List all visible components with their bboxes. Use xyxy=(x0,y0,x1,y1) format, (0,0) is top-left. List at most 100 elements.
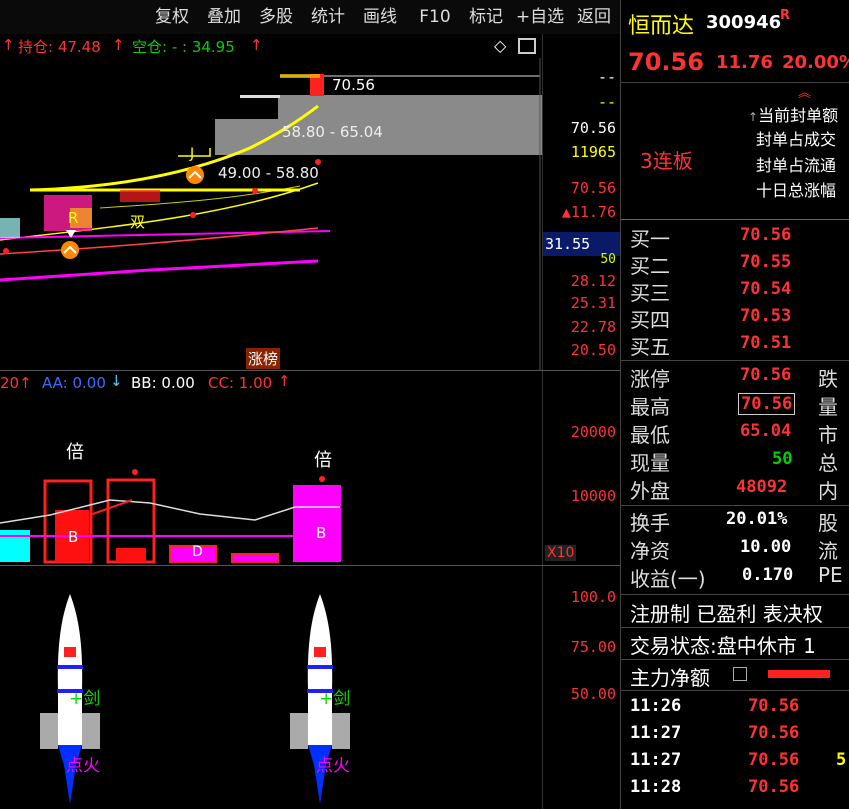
vol-bar-label-2: B xyxy=(316,524,327,542)
back-button[interactable]: 返回 xyxy=(570,4,618,30)
stock-flag: R xyxy=(780,8,791,23)
trade-status: 交易状态:盘中休市 1 xyxy=(630,634,816,658)
bei-label-1: 倍 xyxy=(66,442,84,463)
stat-turnover: 换手 20.01% 股 xyxy=(630,509,838,535)
vol-unit: X10 xyxy=(545,545,577,561)
limit-info-line-2: 封单占成交 xyxy=(756,130,837,149)
bid-row-3[interactable]: 买三 70.54 xyxy=(630,277,849,305)
divider xyxy=(621,219,849,220)
aa-legend: AA: 0.00 xyxy=(42,374,106,392)
divider xyxy=(621,505,849,506)
collapse-chevron-icon[interactable]: ︽ xyxy=(798,82,811,101)
axis-dash-1: -- xyxy=(597,68,616,86)
stat-current-vol: 现量 50 总 xyxy=(630,449,838,475)
box-low-label: 49.00 - 58.80 xyxy=(218,164,319,182)
tick-row: 11:27 70.56 5 xyxy=(630,750,847,770)
vol-bar-label-3: D xyxy=(192,544,203,560)
diamond-icon[interactable]: ◇ xyxy=(494,36,506,55)
limit-info-line-1: ↑当前封单额 xyxy=(748,106,839,125)
bid-row-4[interactable]: 买四 70.53 xyxy=(630,304,849,332)
rocket-axis-2: 75.00 xyxy=(570,638,616,656)
stat-eps: 收益(一) 0.170 PE xyxy=(630,563,843,591)
axis-price-2: 70.56 xyxy=(570,179,616,197)
stat-high: 最高 70.56 量 xyxy=(630,393,838,419)
vol-axis-1: 20000 xyxy=(570,423,616,441)
bei-label-2: 倍 xyxy=(314,450,332,471)
panel-toggle-icon[interactable] xyxy=(518,38,536,54)
panel-divider xyxy=(0,565,620,566)
axis-tick-4: 20.50 xyxy=(570,341,616,359)
jian-label-1: +剑 xyxy=(69,689,101,709)
box-top-label: 70.56 xyxy=(332,76,375,94)
legend-arrow-icon: ↑ xyxy=(250,36,263,54)
stock-change: 11.76 xyxy=(716,52,773,73)
marker-j: J xyxy=(190,146,195,162)
stock-price: 70.56 xyxy=(628,48,704,76)
rocket-axis-3: 50.00 xyxy=(570,685,616,703)
limit-info-line-3: 封单占流通 xyxy=(756,156,837,175)
main-force-label: 主力净额 xyxy=(630,666,710,690)
f10-button[interactable]: F10 xyxy=(410,4,460,30)
marker-shuang: 双 xyxy=(130,213,146,231)
tick-row: 11:28 70.56 xyxy=(630,777,800,797)
down-arrow-icon: ↓ xyxy=(110,372,123,390)
draw-line-button[interactable]: 画线 xyxy=(356,4,404,30)
overlay-button[interactable]: 叠加 xyxy=(200,4,248,30)
quote-divider xyxy=(620,0,621,809)
main-force-bar xyxy=(768,670,830,678)
divider xyxy=(621,690,849,691)
axis-price: 70.56 xyxy=(570,119,616,137)
tick-row: 11:26 70.56 xyxy=(630,696,800,716)
divider xyxy=(621,82,849,83)
stock-tags[interactable]: 注册制 已盈利 表决权 xyxy=(630,598,823,627)
vol-bar-label-1: B xyxy=(68,528,79,546)
stat-outer: 外盘 48092 内 xyxy=(630,477,838,503)
bb-legend: BB: 0.00 xyxy=(131,374,195,392)
axis-tick-2: 25.31 xyxy=(570,294,616,312)
bid-row-2[interactable]: 买二 70.55 xyxy=(630,250,849,278)
legend-arrow-icon: ↑ xyxy=(112,36,125,54)
stat-limit-up: 涨停 70.56 跌 xyxy=(630,365,838,391)
zhangbang-badge[interactable]: 涨榜 xyxy=(246,348,281,369)
empty-legend: 空仓: - : 34.95 xyxy=(132,38,235,56)
divider xyxy=(621,360,849,361)
divider xyxy=(621,627,849,628)
axis-volume: 11965 xyxy=(570,143,616,161)
axis-tick-1: 28.12 xyxy=(570,272,616,290)
stock-change-pct: 20.00% xyxy=(782,52,849,73)
multi-stock-button[interactable]: 多股 xyxy=(252,4,300,30)
rocket-axis-1: 100.0 xyxy=(570,588,616,606)
tick-row: 11:27 70.56 xyxy=(630,723,800,743)
divider xyxy=(621,594,849,595)
kline-chart[interactable] xyxy=(0,58,543,370)
mark-button[interactable]: 标记 xyxy=(462,4,510,30)
bid-row-5[interactable]: 买五 70.51 xyxy=(630,331,849,359)
cc-legend: CC: 1.00 xyxy=(208,374,273,392)
add-watchlist-button[interactable]: +自选 xyxy=(512,4,568,30)
axis-change: ▲11.76 xyxy=(561,203,616,221)
vol-legend-prefix: 20↑ xyxy=(0,374,32,392)
fuquan-button[interactable]: 复权 xyxy=(148,4,196,30)
stock-code: 300946 xyxy=(706,12,782,33)
bid-row-1[interactable]: 买一 70.56 xyxy=(630,223,849,251)
dianhuo-label-2: 点火 xyxy=(316,756,350,776)
vol-axis-2: 10000 xyxy=(570,487,616,505)
hold-legend: 持仓: 47.48 xyxy=(18,38,101,56)
dianhuo-label-1: 点火 xyxy=(66,756,100,776)
panel-divider xyxy=(0,370,620,371)
stock-name[interactable]: 恒而达 xyxy=(628,8,694,40)
statistics-button[interactable]: 统计 xyxy=(304,4,352,30)
lianban-badge: 3连板 xyxy=(640,149,693,173)
axis-dash-2: -- xyxy=(597,93,616,111)
divider xyxy=(621,659,849,660)
list-icon[interactable] xyxy=(733,667,747,681)
jian-label-2: +剑 xyxy=(319,689,351,709)
axis-small: 50 xyxy=(600,252,616,267)
marker-r: R xyxy=(68,209,79,227)
legend-arrow-icon: ↑ xyxy=(2,36,15,54)
toolbar: 复权 叠加 多股 统计 画线 F10 标记 +自选 返回 xyxy=(0,0,620,34)
stat-net-asset: 净资 10.00 流 xyxy=(630,537,838,563)
box-mid-label: 58.80 - 65.04 xyxy=(282,123,383,141)
axis-tick-3: 22.78 xyxy=(570,318,616,336)
up-arrow-icon: ↑ xyxy=(278,372,291,390)
